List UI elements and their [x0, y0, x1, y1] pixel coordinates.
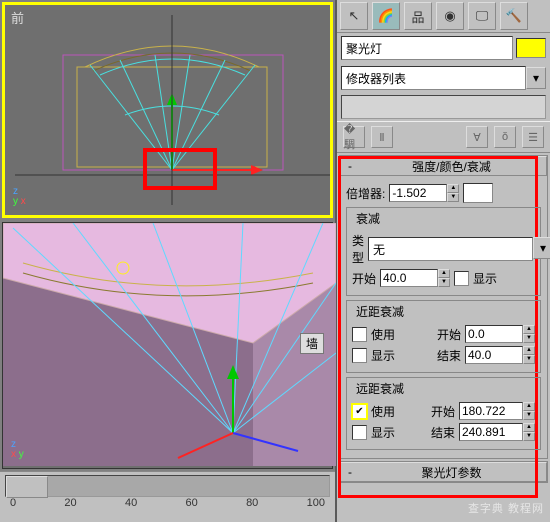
make-unique-icon[interactable]: ∀: [466, 126, 488, 148]
decay-start-spinner[interactable]: ▲▼: [380, 269, 450, 287]
decay-start-label: 开始: [352, 270, 376, 287]
spinner-down-icon[interactable]: ▼: [447, 193, 459, 202]
chevron-down-icon[interactable]: ▾: [533, 237, 550, 259]
command-panel: ↖ 🌈 品 ◉ 🖵 🔨 ▾ �騆 Ⅱ ∀ ŏ ☰: [335, 0, 550, 522]
near-show-checkbox[interactable]: [352, 348, 367, 363]
tab-modify[interactable]: 🌈: [372, 2, 400, 30]
collapse-icon[interactable]: -: [345, 159, 355, 173]
object-color-swatch[interactable]: [516, 38, 546, 58]
near-atten-group: 近距衰减 使用 开始 ▲▼ 显示 结束 ▲▼: [346, 300, 541, 373]
time-slider-thumb[interactable]: [6, 476, 48, 498]
timeline[interactable]: 0 20 40 60 80 100: [0, 471, 335, 522]
spinner-up-icon[interactable]: ▲: [447, 184, 459, 193]
watermark: 查字典 教程网: [468, 500, 544, 516]
tab-utilities[interactable]: 🔨: [500, 2, 528, 30]
tab-create[interactable]: ↖: [340, 2, 368, 30]
configure-sets-icon[interactable]: ☰: [522, 126, 544, 148]
collapse-icon[interactable]: -: [345, 465, 355, 479]
rollout-intensity: - 强度/颜色/衰减 倍增器: ▲▼ 衰减: [339, 155, 548, 459]
decay-type-select[interactable]: [368, 237, 533, 261]
multiplier-label: 倍增器:: [346, 185, 385, 202]
object-name-row: [337, 33, 550, 63]
viewport-perspective[interactable]: 墙 z x y: [2, 222, 333, 469]
time-slider-track[interactable]: [5, 475, 330, 497]
highlight-box-top: [143, 148, 217, 190]
tab-motion[interactable]: ◉: [436, 2, 464, 30]
far-atten-group: 远距衰减 ✔ 使用 开始 ▲▼ 显示 结束 ▲▼: [346, 377, 541, 450]
object-name-input[interactable]: [341, 36, 513, 60]
far-end-spinner[interactable]: ▲▼: [459, 423, 535, 441]
tab-hierarchy[interactable]: 品: [404, 2, 432, 30]
decay-show-checkbox[interactable]: [454, 271, 469, 286]
near-use-checkbox[interactable]: [352, 327, 367, 342]
viewport-front[interactable]: 前: [2, 2, 333, 218]
remove-modifier-icon[interactable]: ŏ: [494, 126, 516, 148]
modifier-list-dropdown[interactable]: ▾: [337, 63, 550, 93]
viewport-object-label: 墙: [300, 333, 324, 354]
pin-stack-icon[interactable]: �騆: [343, 126, 365, 148]
show-end-result-icon[interactable]: Ⅱ: [371, 126, 393, 148]
modifier-stack[interactable]: [341, 95, 546, 119]
rollout-spotlight-header[interactable]: - 聚光灯参数: [340, 462, 547, 482]
axis-gizmo: z y x: [13, 187, 26, 207]
far-start-spinner[interactable]: ▲▼: [459, 402, 535, 420]
rollout-spotlight: - 聚光灯参数: [339, 461, 548, 483]
near-start-spinner[interactable]: ▲▼: [465, 325, 535, 343]
command-panel-tabs: ↖ 🌈 品 ◉ 🖵 🔨: [337, 0, 550, 33]
rollout-area: - 强度/颜色/衰减 倍增器: ▲▼ 衰减: [337, 155, 550, 483]
multiplier-spinner[interactable]: ▲▼: [389, 184, 459, 202]
decay-group: 衰减 类型 ▾ 开始 ▲▼: [346, 207, 541, 296]
modifier-list-value[interactable]: [341, 66, 526, 90]
viewport-perspective-scene: [3, 223, 336, 466]
near-end-spinner[interactable]: ▲▼: [465, 346, 535, 364]
multiplier-color-swatch[interactable]: [463, 183, 493, 203]
far-use-checkbox[interactable]: ✔: [352, 404, 367, 419]
far-show-checkbox[interactable]: [352, 425, 367, 440]
axis-gizmo-2: z x y: [11, 440, 24, 460]
tab-display[interactable]: 🖵: [468, 2, 496, 30]
time-ticks: 0 20 40 60 80 100: [0, 497, 335, 509]
modifier-stack-toolbar: �騆 Ⅱ ∀ ŏ ☰: [337, 121, 550, 153]
multiplier-input[interactable]: [389, 184, 447, 202]
rollout-intensity-header[interactable]: - 强度/颜色/衰减: [340, 156, 547, 176]
chevron-down-icon[interactable]: ▾: [526, 67, 546, 89]
decay-type-label: 类型: [352, 232, 364, 266]
